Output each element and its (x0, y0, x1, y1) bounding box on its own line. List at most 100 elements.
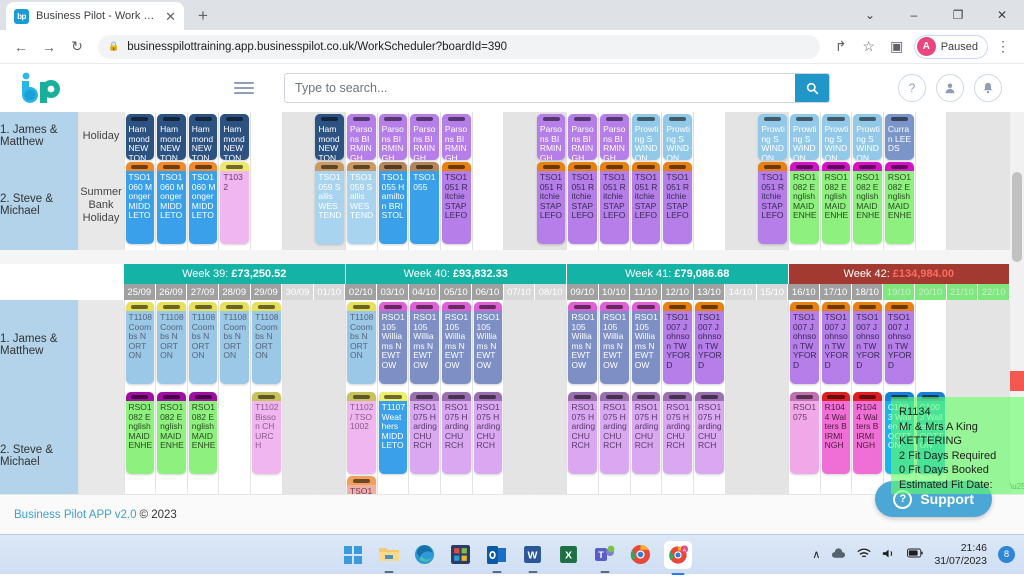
schedule-cell[interactable]: TSO1051 Ritchie STAPLEFO (567, 160, 599, 250)
job-chip[interactable]: RSO1082 English MAIDENHE (126, 392, 155, 474)
job-chip-handle[interactable] (474, 302, 503, 311)
schedule-cell[interactable] (947, 112, 979, 160)
schedule-cell[interactable]: T1108 Coombs NORTON (219, 300, 251, 390)
job-chip-handle[interactable] (220, 162, 249, 171)
job-chip[interactable]: RSO1105 Williams NEWTOW (442, 302, 471, 384)
schedule-cell[interactable]: TSO1007 Johnson TWYFORD (662, 300, 694, 390)
crew-label[interactable]: 2. Steve & Michael (0, 160, 78, 250)
job-chip-handle[interactable] (442, 162, 471, 171)
job-chip-handle[interactable] (410, 114, 439, 123)
job-chip-handle[interactable] (790, 162, 819, 171)
schedule-cell[interactable] (535, 390, 567, 494)
job-chip-handle[interactable] (220, 302, 249, 311)
schedule-cell[interactable]: RSO1105 Williams NEWTOW (567, 300, 599, 390)
job-chip[interactable]: T1102 Bisson CHURCH (252, 392, 281, 474)
job-chip-handle[interactable] (252, 302, 281, 311)
job-chip-handle[interactable] (695, 392, 724, 401)
job-chip[interactable]: T1107 Weathers MIDDLETO (379, 392, 408, 474)
job-chip[interactable]: R1044 Walters BIRMINGH (822, 392, 851, 474)
job-chip-handle[interactable] (568, 114, 597, 123)
job-chip[interactable]: TSO1051 Ritchie STAPLEFO (537, 162, 566, 244)
schedule-cell[interactable]: RSO1075 Harding CHURCH (630, 390, 662, 494)
job-chip[interactable]: RSO1075 Harding CHURCH (474, 392, 503, 474)
job-chip-handle[interactable] (157, 162, 186, 171)
schedule-cell[interactable]: TSO1051 Ritchie STAPLEFO (535, 160, 567, 250)
minimize-icon[interactable]: – (892, 0, 936, 30)
job-chip-handle[interactable] (252, 392, 281, 401)
schedule-cell[interactable] (504, 112, 536, 160)
schedule-cell[interactable]: RSO1082 English MAIDENHE (187, 390, 219, 494)
schedule-cell[interactable]: TSO1051 Ritchie STAPLEFO (757, 160, 789, 250)
job-chip[interactable]: TSO1002 (347, 476, 376, 494)
job-chip-handle[interactable] (379, 114, 408, 123)
schedule-cell[interactable] (694, 160, 726, 250)
job-chip[interactable]: RSO1105 Williams NEWTOW (568, 302, 597, 384)
schedule-cell[interactable]: TSO1060 Monger MIDDLETO (187, 160, 219, 250)
date-header-cell[interactable]: 02/10 (345, 284, 377, 300)
schedule-cell[interactable]: RSO1075 Harding CHURCH (599, 390, 631, 494)
job-chip[interactable]: TSO1007 Johnson TWYFORD (663, 302, 692, 384)
job-chip[interactable]: T1108 Coombs NORTON (157, 302, 186, 384)
schedule-cell[interactable]: T1107 Weathers MIDDLETO (377, 390, 409, 494)
forward-icon[interactable]: → (36, 34, 62, 60)
teams-icon[interactable]: T (592, 542, 617, 567)
schedule-cell[interactable] (725, 160, 757, 250)
schedule-cell[interactable]: RSO1082 English MAIDENHE (156, 390, 188, 494)
job-chip[interactable]: Hammond NEWTON (157, 114, 186, 160)
battery-icon[interactable] (907, 548, 923, 561)
date-header-cell[interactable]: 30/09 (282, 284, 314, 300)
job-chip-handle[interactable] (442, 302, 471, 311)
job-chip[interactable]: R1044 Walters BIRMINGH (853, 392, 882, 474)
job-chip[interactable]: T1108 Coombs NORTON (126, 302, 155, 384)
taskbar-clock[interactable]: 21:46 31/07/2023 (934, 542, 987, 567)
job-chip[interactable]: Parsons BIRMINGH (410, 114, 439, 160)
search-box[interactable] (284, 73, 830, 103)
date-header-cell[interactable]: 28/09 (219, 284, 251, 300)
job-chip-handle[interactable] (885, 162, 914, 171)
profile-chip[interactable]: A Paused (914, 35, 988, 59)
schedule-cell[interactable]: TSO1051 Ritchie STAPLEFO (440, 160, 472, 250)
date-header-cell[interactable]: 06/10 (472, 284, 504, 300)
date-header-cell[interactable]: 12/10 (662, 284, 694, 300)
volume-icon[interactable] (882, 548, 896, 562)
file-explorer-icon[interactable] (376, 542, 401, 567)
wifi-icon[interactable] (857, 548, 871, 562)
job-chip[interactable]: TSO1051 Ritchie STAPLEFO (600, 162, 629, 244)
job-chip[interactable]: RSO1075 Harding CHURCH (663, 392, 692, 474)
job-chip-handle[interactable] (632, 114, 661, 123)
job-chip[interactable]: Parsons BIRMINGH (442, 114, 471, 160)
date-header-cell[interactable]: 15/10 (757, 284, 789, 300)
job-chip-handle[interactable] (663, 302, 692, 311)
browser-menu-icon[interactable]: ⋮ (990, 34, 1016, 60)
schedule-cell[interactable]: Prowting SWINDON (788, 112, 820, 160)
date-header-cell[interactable]: 13/10 (694, 284, 726, 300)
date-header-cell[interactable]: 20/10 (915, 284, 947, 300)
date-header-cell[interactable]: 16/10 (788, 284, 820, 300)
job-chip-handle[interactable] (474, 392, 503, 401)
job-chip-handle[interactable] (600, 114, 629, 123)
job-chip-handle[interactable] (822, 114, 851, 123)
job-chip-handle[interactable] (568, 392, 597, 401)
schedule-cell[interactable]: TSO1051 Ritchie STAPLEFO (662, 160, 694, 250)
job-chip[interactable]: Prowting SWINDON (790, 114, 819, 160)
job-chip-handle[interactable] (347, 476, 376, 485)
schedule-cell[interactable] (251, 160, 283, 250)
schedule-cell[interactable]: Parsons BIRMINGH (599, 112, 631, 160)
job-chip[interactable]: RSO1105 Williams NEWTOW (379, 302, 408, 384)
new-tab-button[interactable]: + (190, 3, 216, 29)
job-chip[interactable]: RSO1105 Williams NEWTOW (410, 302, 439, 384)
job-chip-handle[interactable] (442, 114, 471, 123)
schedule-cell[interactable]: RSO1082 English MAIDENHE (124, 390, 156, 494)
job-chip-handle[interactable] (663, 392, 692, 401)
schedule-cell[interactable]: TSO1007 Johnson TWYFORD (852, 300, 884, 390)
schedule-cell[interactable]: Hammond NEWTON (187, 112, 219, 160)
schedule-cell[interactable]: Hammond NEWTON (219, 112, 251, 160)
job-chip-handle[interactable] (568, 162, 597, 171)
schedule-cell[interactable]: Prowting SWINDON (757, 112, 789, 160)
crew-label[interactable]: 2. Steve & Michael (0, 390, 78, 494)
job-chip[interactable]: Parsons BIRMINGH (600, 114, 629, 160)
job-chip-handle[interactable] (126, 162, 155, 171)
job-chip[interactable]: T1108 Coombs NORTON (252, 302, 281, 384)
schedule-cell[interactable]: Prowting SWINDON (662, 112, 694, 160)
job-chip-handle[interactable] (822, 392, 851, 401)
